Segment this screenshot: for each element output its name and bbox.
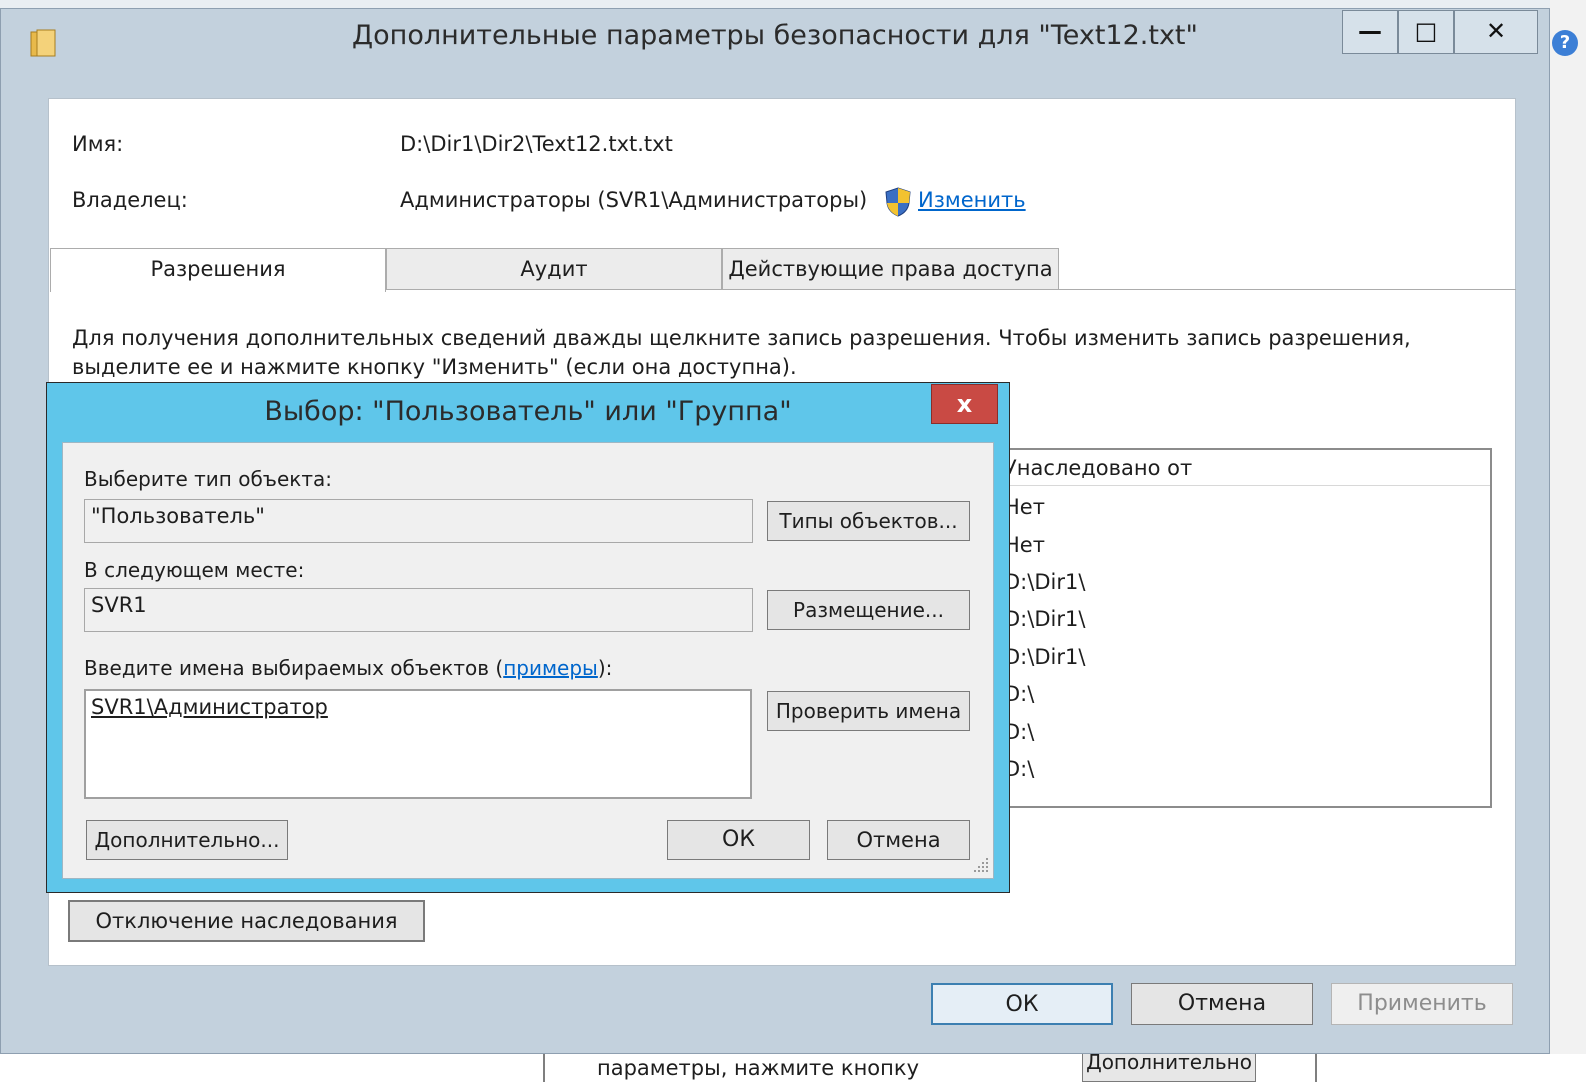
table-row[interactable]: D:\Dir1\ [1004, 563, 1085, 601]
table-row[interactable]: D:\Dir1\ [1004, 638, 1085, 676]
advanced-button[interactable]: Дополнительно... [86, 820, 288, 860]
tab-effective-access[interactable]: Действующие права доступа [722, 248, 1059, 290]
resize-grip-icon[interactable] [972, 856, 990, 874]
background-divider [1315, 1054, 1317, 1082]
object-names-input[interactable]: SVR1\Администратор [84, 689, 752, 799]
object-type-label: Выберите тип объекта: [84, 467, 332, 491]
dialog-close-button[interactable]: x [931, 384, 998, 424]
uac-shield-icon [885, 187, 911, 217]
table-row[interactable]: D:\Dir1\ [1004, 600, 1085, 638]
check-names-button[interactable]: Проверить имена [767, 691, 970, 731]
tab-permissions[interactable]: Разрешения [50, 248, 386, 292]
ok-button[interactable]: ОК [931, 983, 1113, 1025]
minimize-button[interactable]: — [1342, 10, 1398, 54]
owner-label: Владелец: [72, 188, 188, 212]
locations-button[interactable]: Размещение... [767, 590, 970, 630]
object-names-label-suffix: ): [597, 656, 613, 680]
background-text: параметры, нажмите кнопку [597, 1056, 919, 1080]
window-title: Дополнительные параметры безопасности дл… [352, 20, 1198, 51]
name-value: D:\Dir1\Dir2\Text12.txt.txt [400, 132, 673, 156]
dialog-ok-button[interactable]: ОК [667, 820, 810, 860]
object-names-label: Введите имена выбираемых объектов (приме… [84, 656, 612, 680]
background-divider [543, 1054, 545, 1082]
dialog-cancel-button[interactable]: Отмена [827, 820, 970, 860]
cancel-button[interactable]: Отмена [1131, 983, 1313, 1025]
apply-button[interactable]: Применить [1331, 983, 1513, 1025]
table-row[interactable]: Нет [1004, 526, 1045, 564]
tab-divider [1059, 289, 1516, 290]
background-window-edge [1550, 0, 1586, 1082]
help-icon[interactable]: ? [1552, 30, 1578, 56]
dialog-title: Выбор: "Пользователь" или "Группа" [264, 396, 792, 427]
disable-inheritance-button[interactable]: Отключение наследования [68, 900, 425, 942]
location-field: SVR1 [84, 588, 753, 632]
examples-link[interactable]: примеры [503, 656, 598, 680]
object-types-button[interactable]: Типы объектов... [767, 501, 970, 541]
name-label: Имя: [72, 132, 124, 156]
object-type-field: "Пользователь" [84, 499, 753, 543]
owner-value: Администраторы (SVR1\Администраторы) [400, 188, 868, 212]
change-owner-link[interactable]: Изменить [918, 188, 1026, 212]
tab-audit[interactable]: Аудит [386, 248, 722, 290]
permissions-info-text: Для получения дополнительных сведений дв… [72, 326, 1411, 379]
close-button[interactable]: ✕ [1454, 10, 1538, 54]
maximize-button[interactable]: □ [1398, 10, 1454, 54]
object-names-value[interactable]: SVR1\Администратор [91, 695, 328, 719]
table-row[interactable]: Нет [1004, 488, 1045, 526]
location-label: В следующем месте: [84, 558, 305, 582]
inherited-from-column-header[interactable]: Унаследовано от [1000, 450, 1490, 486]
object-names-label-prefix: Введите имена выбираемых объектов ( [84, 656, 504, 680]
